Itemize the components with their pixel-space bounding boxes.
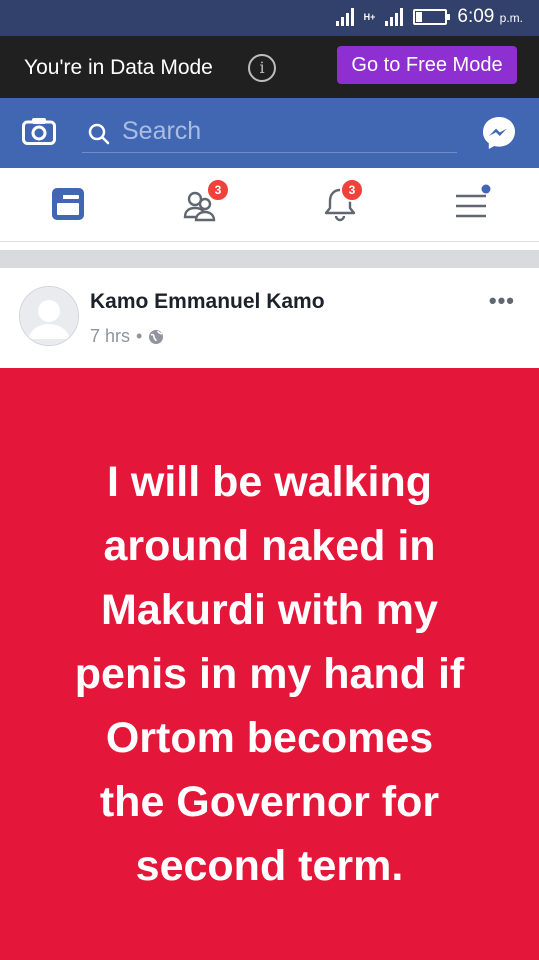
messenger-icon[interactable] <box>481 115 517 151</box>
signal-2-icon <box>385 8 404 26</box>
feed-divider <box>0 250 539 268</box>
search-placeholder: Search <box>122 117 202 145</box>
camera-icon[interactable] <box>22 117 56 145</box>
news-feed-icon <box>52 188 84 220</box>
app-header: Search <box>0 98 539 168</box>
meta-separator: • <box>136 326 143 346</box>
tab-menu[interactable] <box>452 184 492 224</box>
more-options-icon[interactable]: ••• <box>489 288 515 314</box>
clock-ampm: p.m. <box>499 11 523 25</box>
tab-news-feed[interactable] <box>48 184 88 224</box>
go-to-free-mode-button[interactable]: Go to Free Mode <box>337 46 517 84</box>
data-mode-message: You're in Data Mode <box>24 56 213 79</box>
search-icon <box>88 123 110 145</box>
info-icon[interactable]: i <box>248 54 276 82</box>
post-time[interactable]: 7 hrs <box>90 326 130 347</box>
tab-notifications[interactable]: 3 <box>320 178 364 224</box>
network-type: H+ <box>363 11 376 22</box>
post-header: Kamo Emmanuel Kamo 7 hrs • ••• <box>0 268 539 368</box>
post-content: I will be walking around naked in Makurd… <box>0 368 539 960</box>
nav-tabs: 3 3 <box>0 168 539 242</box>
globe-icon <box>149 329 164 344</box>
search-input[interactable]: Search <box>82 114 457 153</box>
default-avatar-icon <box>20 287 78 345</box>
tab-friends[interactable]: 3 <box>182 178 230 224</box>
clock: 6:09 p.m. <box>457 6 523 28</box>
signal-icon <box>335 8 354 26</box>
post-meta: 7 hrs • <box>90 326 164 347</box>
notifications-badge: 3 <box>340 178 364 202</box>
friends-badge: 3 <box>206 178 230 202</box>
status-icons: H+ 6:09 p.m. <box>335 6 523 28</box>
battery-icon <box>413 9 451 25</box>
post-text: I will be walking around naked in Makurd… <box>74 458 465 890</box>
avatar[interactable] <box>19 286 79 346</box>
menu-icon <box>456 184 491 218</box>
clock-time: 6:09 <box>457 6 495 27</box>
data-mode-banner: You're in Data Mode i Go to Free Mode <box>0 36 539 98</box>
post-author[interactable]: Kamo Emmanuel Kamo <box>90 290 325 314</box>
status-bar: H+ 6:09 p.m. <box>0 0 539 36</box>
